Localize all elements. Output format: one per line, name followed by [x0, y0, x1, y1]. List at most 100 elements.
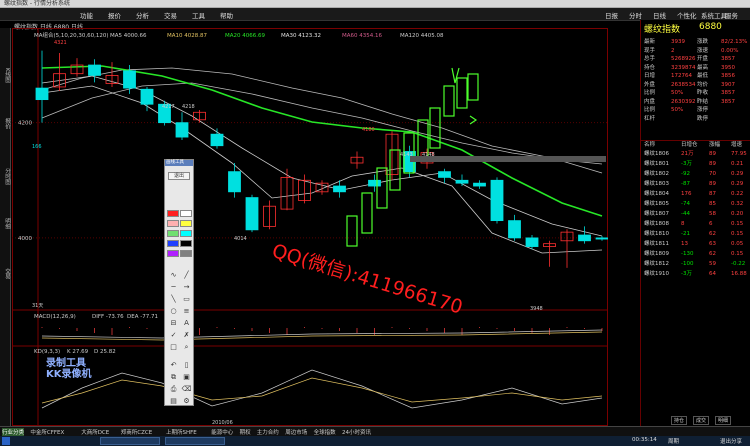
quote-cell: 外盘	[644, 81, 656, 88]
contract-row[interactable]: 螺纹1804 176 87 0.22	[641, 190, 750, 198]
contract-row[interactable]: 螺纹1807 -44 58 0.20	[641, 210, 750, 218]
left-tab-quote[interactable]: 报价	[1, 118, 10, 129]
market-tab-0[interactable]: 行业分类	[2, 428, 25, 436]
market-tabs-bar: 行业分类 中金所CFFEX 大商所DCE 郑商所CZCE 上期所SHFE 能源中心 期权 主力…	[0, 426, 750, 436]
color-yellow-swatch[interactable]	[180, 220, 192, 227]
market-tab-7[interactable]: 主力合约	[257, 428, 279, 436]
ellipse-tool-icon[interactable]: ○	[168, 306, 179, 316]
menu-item-4[interactable]: 工具	[192, 10, 205, 20]
recorder-logo-line1: 录制工具	[46, 358, 86, 369]
contract-cell: 0.15	[731, 221, 744, 227]
menu-item-5[interactable]: 帮助	[220, 10, 233, 20]
channel-tool-icon[interactable]: ≡	[181, 306, 192, 316]
square-tool-icon[interactable]: □	[168, 342, 179, 352]
menu-item-3[interactable]: 交易	[164, 10, 177, 20]
market-tab-8[interactable]: 周边市场	[285, 428, 307, 436]
color-pink-swatch[interactable]	[167, 220, 179, 227]
quote-cell: 82/2.13%	[721, 39, 748, 45]
check-tool-icon[interactable]: ✓	[168, 330, 179, 340]
contract-row[interactable]: 螺纹1812 -100 59 -0.22	[641, 260, 750, 268]
color-cyan-swatch[interactable]	[180, 230, 192, 237]
left-tab-trade[interactable]: 交易	[1, 268, 10, 279]
taskbar-cycle-button[interactable]: 周期	[668, 437, 679, 445]
contract-row[interactable]: 螺纹1811 13 63 0.05	[641, 240, 750, 248]
cross-tool-icon[interactable]: ✗	[181, 330, 192, 340]
contract-row[interactable]: 螺纹1808 8 6 0.15	[641, 220, 750, 228]
market-tab-4[interactable]: 上期所SHFE	[166, 428, 197, 436]
taskbar-app-2[interactable]	[165, 437, 225, 445]
menu-item-0[interactable]: 功能	[80, 10, 93, 20]
left-tab-detail[interactable]: 明细	[1, 218, 10, 229]
market-tab-6[interactable]: 期权	[240, 428, 251, 436]
macd-dea-line	[41, 331, 603, 341]
market-tab-3[interactable]: 郑商所CZCE	[121, 428, 152, 436]
color-black-swatch[interactable]	[180, 240, 192, 247]
palette-title[interactable]: 画线工具	[165, 160, 193, 166]
market-tab-10[interactable]: 24小时资讯	[342, 428, 371, 436]
color-blue-swatch[interactable]	[167, 240, 179, 247]
rect-tool-icon[interactable]: ▭	[181, 294, 192, 304]
contract-row[interactable]: 螺纹1810 -21 62 0.15	[641, 230, 750, 238]
text-tool-icon[interactable]: A	[181, 318, 192, 328]
color-purple-swatch[interactable]	[167, 250, 179, 257]
quote-row: 内盘 2630392 昨结 3857	[641, 98, 750, 106]
top-right-menu-0[interactable]: 日报	[605, 10, 618, 20]
contract-row[interactable]: 螺纹1802 -92 70 0.29	[641, 170, 750, 178]
top-right-menu-5[interactable]: 服务	[725, 10, 738, 20]
contract-row[interactable]: 螺纹1910 -3万 64 16.88	[641, 270, 750, 278]
quote-row: 持仓 3239874 最高 3950	[641, 64, 750, 72]
quote-cell: 50%	[671, 107, 684, 113]
ray-tool-icon[interactable]: ╲	[168, 294, 179, 304]
palette-exit-button[interactable]: 退出	[168, 172, 190, 180]
contract-row[interactable]: 螺纹1809 -130 62 0.15	[641, 250, 750, 258]
new-icon[interactable]: ▯	[181, 360, 192, 370]
top-right-menu-1[interactable]: 分时	[629, 10, 642, 20]
contract-row[interactable]: 螺纹1805 -74 85 0.32	[641, 200, 750, 208]
menu-item-2[interactable]: 分析	[136, 10, 149, 20]
contract-cell: 6	[709, 221, 713, 227]
window-titlebar: 螺纹指数 - 行情分析系统	[0, 0, 750, 8]
market-tab-9[interactable]: 全球指数	[314, 428, 336, 436]
quote-panel-tab-1[interactable]: 成交	[693, 416, 710, 425]
zoom-tool-icon[interactable]: ⌕	[181, 342, 192, 352]
taskbar-exit-button[interactable]: 退出分享	[720, 437, 742, 445]
taskbar-app-1[interactable]	[100, 437, 160, 445]
kline-chart[interactable]: 4200 4000 MA组合(5,10,20,30,60,120) MA5 4000.…	[12, 28, 608, 426]
market-tab-2[interactable]: 大商所DCE	[81, 428, 109, 436]
delete-icon[interactable]: ⌫	[181, 384, 192, 394]
contract-row[interactable]: 螺纹1803 -87 89 0.29	[641, 180, 750, 188]
undo-icon[interactable]: ↶	[168, 360, 179, 370]
hline-tool-icon[interactable]: ─	[168, 282, 179, 292]
copy-icon[interactable]: ⧉	[168, 372, 179, 382]
color-green-swatch[interactable]	[167, 230, 179, 237]
lock-icon[interactable]: ▣	[181, 372, 192, 382]
quote-cell: 比例	[644, 90, 656, 96]
quote-cell: 涨停	[697, 107, 709, 113]
quote-panel-tab-2[interactable]: 明细	[715, 416, 732, 425]
contract-row[interactable]: 螺纹1806 21万 89 77.95	[641, 150, 750, 158]
settings-icon[interactable]: ⚙	[181, 396, 192, 406]
arrow-tool-icon[interactable]: →	[181, 282, 192, 292]
save-icon[interactable]: ▤	[168, 396, 179, 406]
line-tool-icon[interactable]: ╱	[181, 270, 192, 280]
top-right-menu-2[interactable]: 日线	[653, 10, 666, 20]
contract-row[interactable]: 螺纹1801 -3万 89 0.21	[641, 160, 750, 168]
recorder-logo: 录制工具 KK录像机	[46, 358, 92, 380]
color-gray-swatch[interactable]	[180, 250, 192, 257]
fib-tool-icon[interactable]: ⊟	[168, 318, 179, 328]
left-tab-kline[interactable]: K线图	[1, 68, 10, 83]
top-right-menu-3[interactable]: 个性化	[677, 10, 697, 20]
market-tab-5[interactable]: 能源中心	[211, 428, 233, 436]
color-red-swatch[interactable]	[167, 210, 179, 217]
contract-cell: 13	[681, 241, 688, 247]
quote-panel-tab-0[interactable]: 持仓	[671, 416, 688, 425]
color-white-swatch[interactable]	[180, 210, 192, 217]
left-tab-timeshare[interactable]: 分时图	[1, 168, 10, 185]
market-tab-1[interactable]: 中金所CFFEX	[30, 428, 64, 436]
curve-tool-icon[interactable]: ∿	[168, 270, 179, 280]
start-button[interactable]	[2, 437, 10, 445]
print-icon[interactable]: ⎙	[168, 384, 179, 394]
top-right-menu-4[interactable]: 系统工具	[701, 10, 727, 20]
drawing-tool-palette[interactable]: 画线工具 退出 ∿ ╱ ─ → ╲ ▭ ○ ≡ ⊟ A ✓ ✗ □ ⌕ ↶ ▯ …	[164, 159, 194, 406]
menu-item-1[interactable]: 报价	[108, 10, 121, 20]
